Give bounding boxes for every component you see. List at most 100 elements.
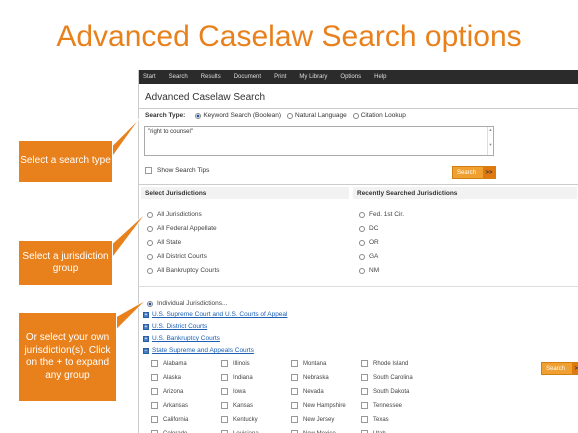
state-checkbox[interactable]	[361, 402, 368, 409]
state-checkbox[interactable]	[221, 402, 228, 409]
recent-jurisdiction[interactable]: DC	[359, 225, 378, 232]
state-checkbox-item[interactable]: Montana	[291, 360, 326, 367]
radio[interactable]	[359, 253, 365, 260]
nav-start[interactable]: Start	[143, 74, 156, 80]
state-checkbox-item[interactable]: Alaska	[151, 374, 181, 381]
state-checkbox-item[interactable]: Tennessee	[361, 402, 402, 409]
plus-icon[interactable]: +	[143, 311, 149, 318]
state-checkbox[interactable]	[151, 416, 158, 423]
search-type-keyword-label[interactable]: Keyword Search (Boolean)	[203, 112, 281, 119]
state-checkbox-item[interactable]: New Jersey	[291, 416, 334, 423]
radio[interactable]	[147, 211, 153, 218]
recent-label: GA	[369, 253, 379, 260]
state-checkbox[interactable]	[361, 388, 368, 395]
state-label: Kentucky	[233, 416, 258, 423]
state-checkbox-item[interactable]: Iowa	[221, 388, 246, 395]
state-checkbox-item[interactable]: Texas	[361, 416, 389, 423]
state-checkbox[interactable]	[151, 374, 158, 381]
radio[interactable]	[147, 253, 153, 260]
state-checkbox-item[interactable]: Kentucky	[221, 416, 258, 423]
state-checkbox[interactable]	[291, 360, 298, 367]
expand-bankruptcy-courts[interactable]: + U.S. Bankruptcy Courts	[143, 335, 220, 342]
show-tips-label[interactable]: Show Search Tips	[157, 167, 209, 174]
radio[interactable]	[147, 225, 153, 232]
search-type-row: Search Type: Keyword Search (Boolean) Na…	[145, 112, 406, 119]
state-checkbox-item[interactable]: Indiana	[221, 374, 253, 381]
group-all-federal-appellate[interactable]: All Federal Appellate	[147, 225, 217, 232]
state-checkbox-item[interactable]: California	[151, 416, 188, 423]
plus-icon[interactable]: −	[143, 347, 149, 354]
expand-federal-appeals[interactable]: + U.S. Supreme Court and U.S. Courts of A…	[143, 311, 287, 318]
recent-jurisdiction[interactable]: Fed. 1st Cir.	[359, 211, 404, 218]
state-checkbox[interactable]	[291, 416, 298, 423]
state-checkbox[interactable]	[361, 360, 368, 367]
expand-state-courts[interactable]: − State Supreme and Appeals Courts	[143, 347, 254, 354]
nav-results[interactable]: Results	[201, 74, 221, 80]
state-checkbox-item[interactable]: Kansas	[221, 402, 253, 409]
nav-search[interactable]: Search	[169, 74, 188, 80]
textarea-scrollbar[interactable]: ▲ ▼	[487, 127, 493, 155]
group-all-jurisdictions[interactable]: All Jurisdictions	[147, 211, 202, 218]
search-type-natural-label[interactable]: Natural Language	[295, 112, 347, 119]
state-checkbox-item[interactable]: New Hampshire	[291, 402, 346, 409]
radio-keyword[interactable]	[195, 112, 202, 119]
group-all-state[interactable]: All State	[147, 239, 181, 246]
state-checkbox[interactable]	[221, 388, 228, 395]
radio[interactable]	[359, 267, 365, 274]
state-checkbox-item[interactable]: Arizona	[151, 388, 183, 395]
recent-jurisdiction[interactable]: OR	[359, 239, 379, 246]
state-checkbox[interactable]	[291, 402, 298, 409]
recent-jurisdictions-heading: Recently Searched Jurisdictions	[353, 187, 577, 199]
state-checkbox[interactable]	[291, 374, 298, 381]
state-checkbox-item[interactable]: South Dakota	[361, 388, 409, 395]
state-checkbox-item[interactable]: Nebraska	[291, 374, 329, 381]
query-textarea[interactable]: "right to counsel" ▲ ▼	[144, 126, 494, 156]
nav-my-library[interactable]: My Library	[299, 74, 327, 80]
search-button[interactable]: Search >>	[452, 166, 496, 179]
callout-own-jurisdiction: Or select your own jurisdiction(s). Clic…	[18, 312, 117, 402]
plus-icon[interactable]: +	[143, 335, 149, 342]
state-checkbox[interactable]	[151, 388, 158, 395]
double-arrow-icon: >>	[483, 167, 495, 178]
state-checkbox[interactable]	[221, 374, 228, 381]
state-checkbox-item[interactable]: Arkansas	[151, 402, 188, 409]
state-checkbox[interactable]	[151, 360, 158, 367]
nav-print[interactable]: Print	[274, 74, 286, 80]
recent-jurisdiction[interactable]: NM	[359, 267, 379, 274]
plus-icon[interactable]: +	[143, 323, 149, 330]
state-checkbox-item[interactable]: Rhode Island	[361, 360, 408, 367]
radio-citation[interactable]	[352, 112, 359, 119]
state-checkbox-item[interactable]: Alabama	[151, 360, 187, 367]
state-checkbox[interactable]	[151, 402, 158, 409]
search-type-citation-label[interactable]: Citation Lookup	[361, 112, 406, 119]
radio[interactable]	[359, 211, 365, 218]
state-checkbox-item[interactable]: Nevada	[291, 388, 324, 395]
state-checkbox[interactable]	[221, 360, 228, 367]
state-label: Arizona	[163, 388, 184, 395]
nav-help[interactable]: Help	[374, 74, 386, 80]
radio[interactable]	[147, 239, 153, 246]
state-checkbox[interactable]	[291, 388, 298, 395]
radio-natural-language[interactable]	[287, 112, 294, 119]
recent-jurisdiction[interactable]: GA	[359, 253, 378, 260]
expand-district-courts[interactable]: + U.S. District Courts	[143, 323, 207, 330]
state-checkbox[interactable]	[221, 416, 228, 423]
radio[interactable]	[359, 239, 365, 246]
radio[interactable]	[147, 267, 153, 274]
double-arrow-icon: >>	[572, 363, 578, 374]
state-checkbox[interactable]	[361, 416, 368, 423]
radio[interactable]	[359, 225, 365, 232]
search-button-bottom[interactable]: Search >>	[541, 362, 578, 375]
state-checkbox-item[interactable]: South Carolina	[361, 374, 413, 381]
group-all-district[interactable]: All District Courts	[147, 253, 207, 260]
group-all-bankruptcy[interactable]: All Bankruptcy Courts	[147, 267, 220, 274]
recent-label: NM	[369, 267, 380, 274]
show-tips-checkbox[interactable]	[145, 167, 152, 174]
individual-jurisdictions-option[interactable]: Individual Jurisdictions...	[147, 300, 227, 307]
state-checkbox-item[interactable]: Illinois	[221, 360, 250, 367]
nav-options[interactable]: Options	[340, 74, 361, 80]
radio[interactable]	[147, 300, 153, 307]
top-nav: Start Search Results Document Print My L…	[139, 70, 578, 84]
state-checkbox[interactable]	[361, 374, 368, 381]
nav-document[interactable]: Document	[234, 74, 261, 80]
